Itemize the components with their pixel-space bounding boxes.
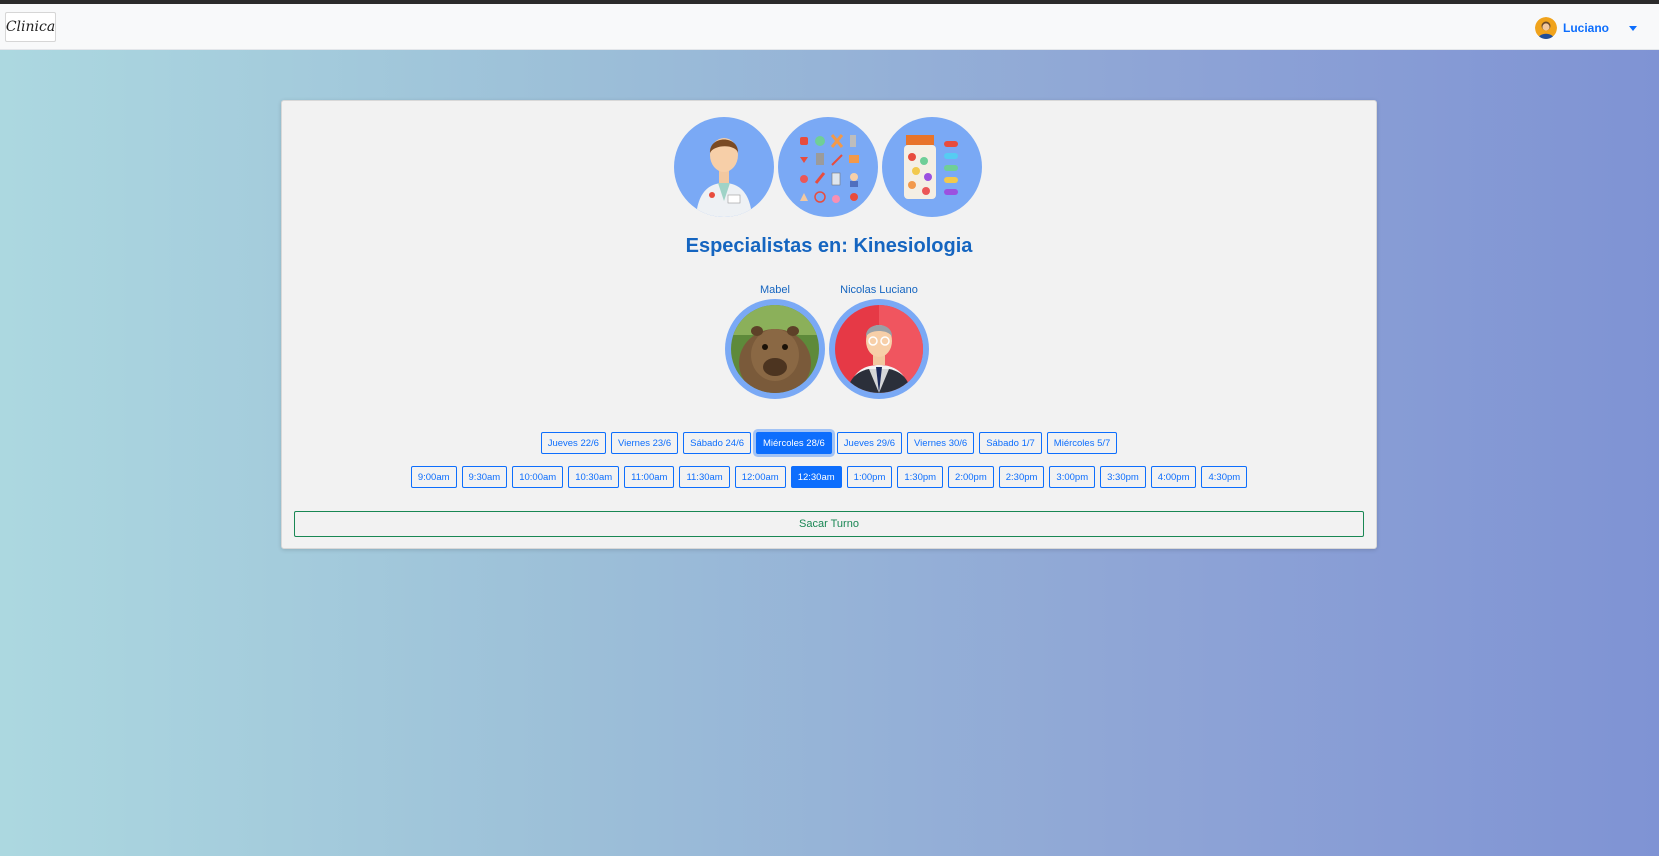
time-button[interactable]: 1:30pm: [897, 466, 944, 488]
doctor-icon: [696, 138, 752, 217]
user-avatar: [1534, 17, 1557, 39]
book-appointment-button[interactable]: Sacar Turno: [294, 511, 1364, 537]
day-button[interactable]: Miércoles 5/7: [1046, 432, 1118, 454]
day-button[interactable]: Sábado 24/6: [683, 432, 751, 454]
businessman-avatar: [835, 305, 923, 393]
doctor-photo[interactable]: [725, 299, 825, 399]
navbar: Clinica Luciano: [0, 4, 1659, 50]
time-button[interactable]: 4:30pm: [1201, 466, 1248, 488]
day-selector: Jueves 22/6 Viernes 23/6 Sábado 24/6 Mié…: [282, 432, 1376, 454]
day-button[interactable]: Sábado 1/7: [979, 432, 1042, 454]
time-button[interactable]: 4:00pm: [1150, 466, 1197, 488]
time-button[interactable]: 12:00am: [734, 466, 786, 488]
day-button-selected[interactable]: Miércoles 28/6: [756, 432, 832, 454]
doctor-photo[interactable]: [829, 299, 929, 399]
appointment-card: Especialistas en: Kinesiologia Mabel Nic…: [281, 100, 1377, 549]
user-name: Luciano: [1562, 21, 1609, 35]
time-button[interactable]: 10:30am: [568, 466, 620, 488]
day-button[interactable]: Viernes 30/6: [907, 432, 975, 454]
time-button[interactable]: 9:00am: [410, 466, 457, 488]
specialty-doctor-button[interactable]: [674, 117, 774, 217]
time-button[interactable]: 3:00pm: [1049, 466, 1096, 488]
brand-logo[interactable]: Clinica: [5, 12, 56, 42]
time-selector: 9:00am 9:30am 10:00am 10:30am 11:00am 11…: [282, 466, 1376, 488]
chevron-down-icon: [1629, 25, 1637, 31]
day-button[interactable]: Viernes 23/6: [610, 432, 679, 454]
specialty-tools-button[interactable]: [778, 117, 878, 217]
doctor-card-nicolas-luciano[interactable]: Nicolas Luciano: [829, 283, 929, 399]
pills-icon: [904, 135, 958, 199]
time-button[interactable]: 11:00am: [624, 466, 675, 488]
time-button-selected[interactable]: 12:30am: [790, 466, 842, 488]
user-menu[interactable]: Luciano: [1534, 16, 1637, 40]
day-button[interactable]: Jueves 22/6: [540, 432, 606, 454]
doctor-card-mabel[interactable]: Mabel: [725, 283, 825, 399]
time-button[interactable]: 3:30pm: [1100, 466, 1146, 488]
day-button[interactable]: Jueves 29/6: [836, 432, 903, 454]
specialty-pills-button[interactable]: [882, 117, 982, 217]
specialty-selector: [674, 117, 982, 217]
medical-tools-icon: [800, 134, 859, 203]
time-button[interactable]: 2:00pm: [948, 466, 994, 488]
time-button[interactable]: 1:00pm: [846, 466, 893, 488]
time-button[interactable]: 9:30am: [461, 466, 508, 488]
time-button[interactable]: 11:30am: [679, 466, 730, 488]
page-title: Especialistas en: Kinesiologia: [685, 235, 973, 257]
doctor-name: Mabel: [760, 284, 790, 296]
time-button[interactable]: 10:00am: [512, 466, 564, 488]
capybara-photo: [731, 305, 819, 393]
doctor-name: Nicolas Luciano: [840, 284, 918, 296]
time-button[interactable]: 2:30pm: [998, 466, 1045, 488]
doctor-list: Mabel Nicolas Luciano: [725, 283, 929, 399]
